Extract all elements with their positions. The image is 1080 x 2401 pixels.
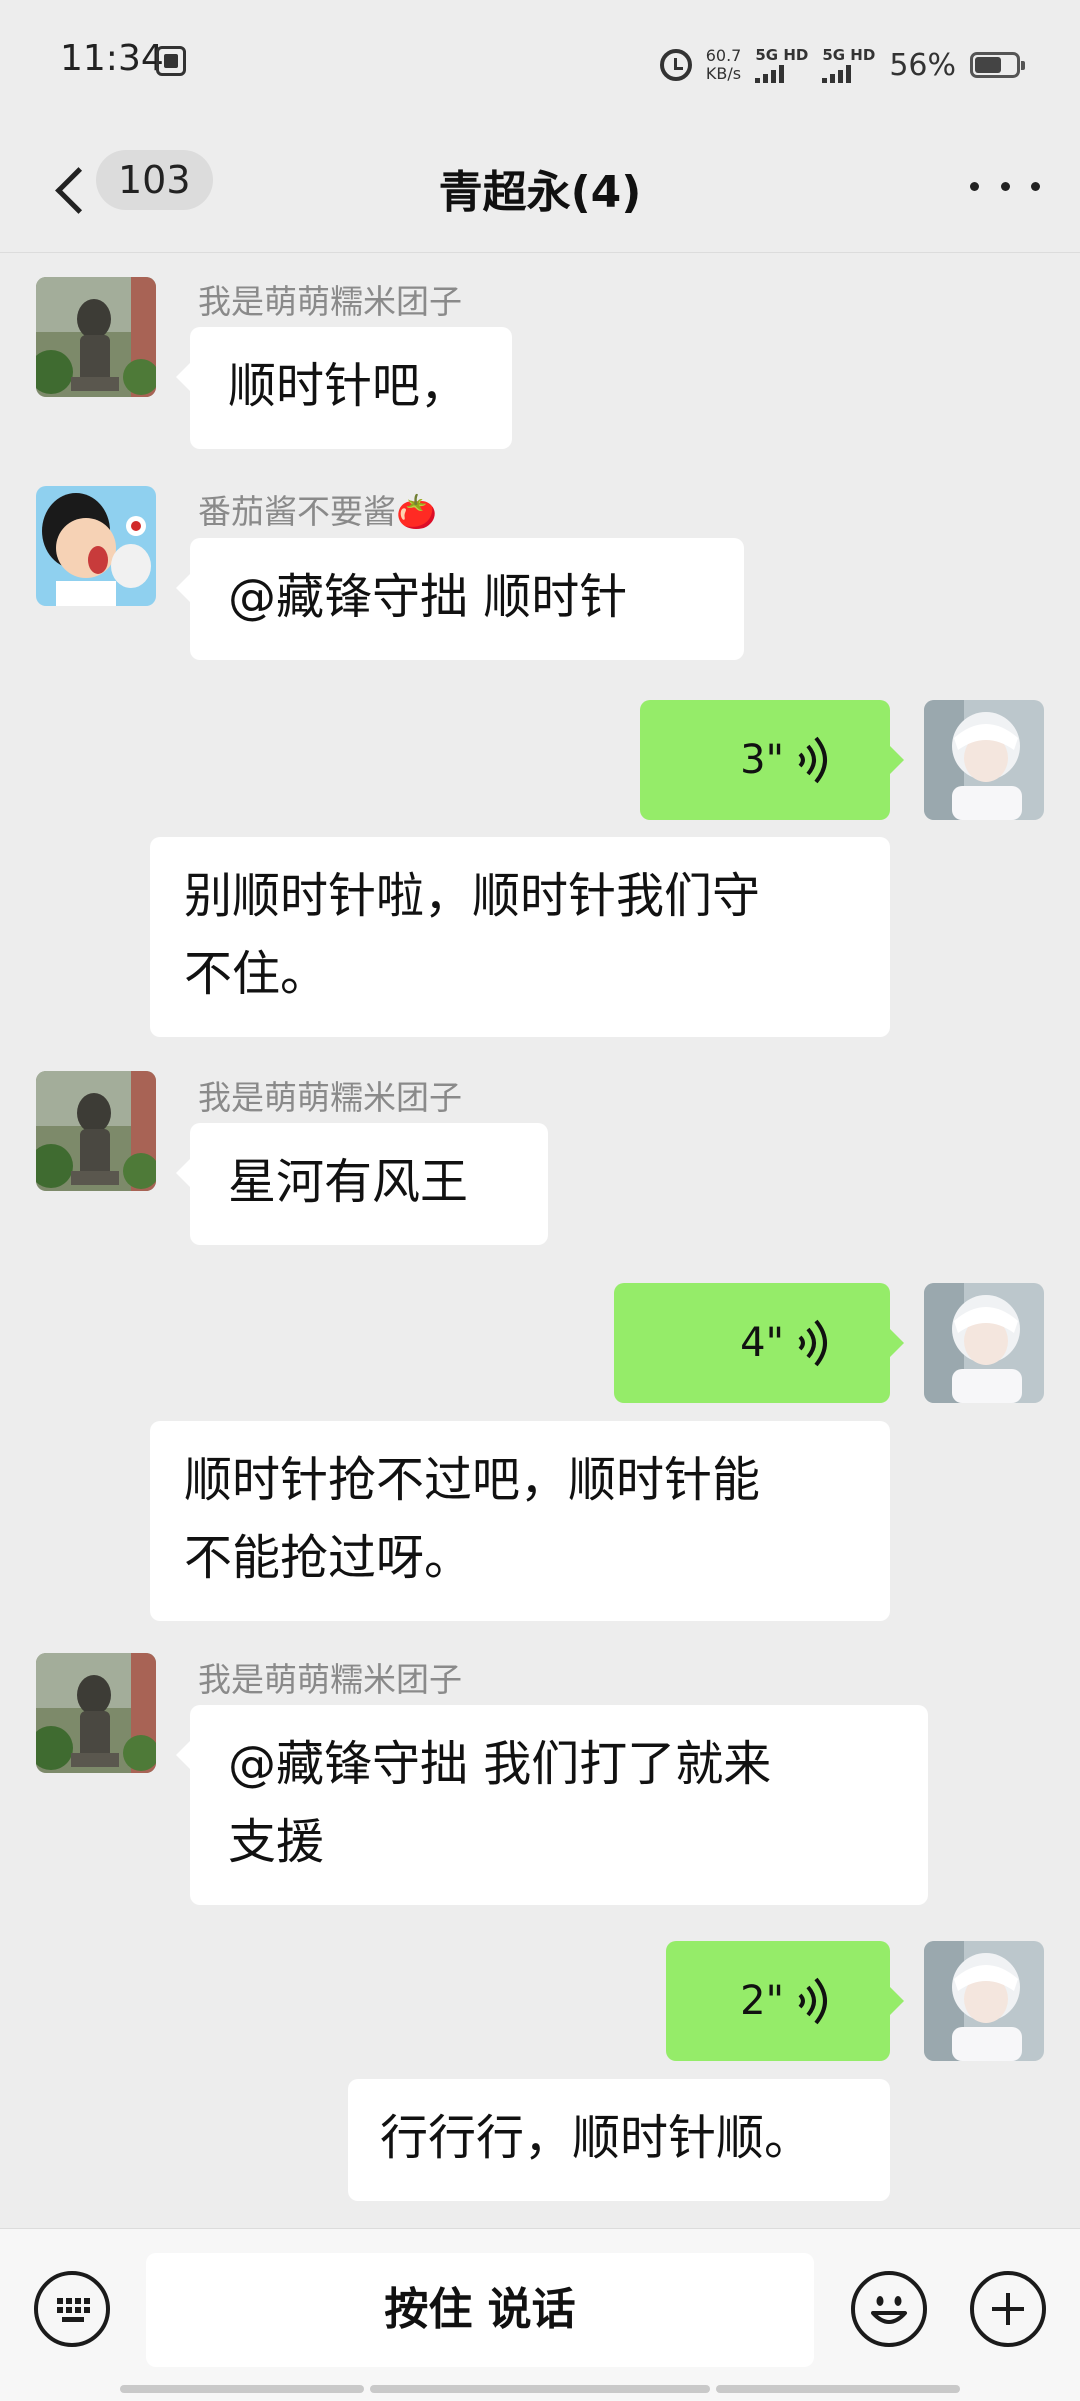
sender-name: 我是萌萌糯米团子: [198, 282, 462, 321]
signal-bars-icon: [822, 65, 852, 83]
message-bubble[interactable]: @藏锋守拙 我们打了就来 支援: [176, 1705, 928, 1905]
message-text: 支援: [228, 1814, 325, 1870]
signal-sim2: 5G HD: [822, 47, 875, 83]
battery-percent: 56%: [889, 47, 956, 83]
message-text: @藏锋守拙 我们打了就来: [228, 1736, 772, 1792]
sender-name: 我是萌萌糯米团子: [198, 1660, 462, 1699]
message-list[interactable]: 我是萌萌糯米团子 顺时针吧， 番茄酱不要酱🍅 @藏锋守拙 顺时针 3" 别顺时针…: [0, 253, 1080, 2228]
message-bubble[interactable]: 顺时针吧，: [176, 327, 512, 449]
voice-wave-icon: [798, 1319, 827, 1367]
transcription-line: 不能抢过呀。: [184, 1530, 473, 1586]
voice-transcription-bubble[interactable]: 别顺时针啦，顺时针我们守 不住。: [150, 837, 890, 1037]
keyboard-toggle-button[interactable]: [34, 2271, 110, 2347]
self-avatar[interactable]: [924, 1941, 1044, 2061]
network-speed-value: 60.7: [705, 46, 742, 65]
voice-transcription-bubble[interactable]: 行行行，顺时针顺。: [348, 2079, 890, 2201]
voice-message-bubble[interactable]: 2": [666, 1941, 904, 2061]
voice-message-bubble[interactable]: 4": [614, 1283, 904, 1403]
chat-header: 103 青超永(4): [0, 126, 1080, 253]
gesture-bar: [370, 2385, 710, 2393]
self-avatar[interactable]: [924, 700, 1044, 820]
avatar[interactable]: [36, 1071, 156, 1191]
transcription-line: 别顺时针啦，顺时针我们守: [184, 868, 761, 924]
voice-wave-icon: [798, 736, 827, 784]
hold-to-talk-button[interactable]: 按住 说话: [146, 2253, 814, 2367]
emoji-icon: [871, 2296, 907, 2324]
message-text: 星河有风王: [228, 1154, 469, 1210]
gesture-bar: [120, 2385, 364, 2393]
gesture-bar: [716, 2385, 960, 2393]
avatar[interactable]: [36, 486, 156, 606]
message-text: 顺时针吧，: [228, 358, 469, 414]
sender-name: 我是萌萌糯米团子: [198, 1078, 462, 1117]
status-indicators: 60.7 KB/s 5G HD 5G HD 56%: [659, 40, 1025, 90]
message-text: @藏锋守拙 顺时针: [228, 569, 628, 625]
voice-duration: 4": [740, 1320, 784, 1366]
signal-sim1: 5G HD: [755, 47, 808, 83]
transcription-line: 顺时针抢不过吧，顺时针能: [184, 1452, 761, 1508]
plus-icon: [992, 2293, 1024, 2325]
keyboard-icon: [57, 2298, 90, 2322]
sender-name: 番茄酱不要酱🍅: [198, 492, 438, 531]
unread-count-badge[interactable]: 103: [96, 150, 213, 210]
avatar[interactable]: [36, 1653, 156, 1773]
message-bubble[interactable]: 星河有风王: [176, 1123, 548, 1245]
status-time: 11:34: [60, 38, 164, 79]
more-functions-button[interactable]: [970, 2271, 1046, 2347]
battery-icon: [970, 52, 1025, 78]
voice-duration: 2": [740, 1978, 784, 2024]
network-speed-unit: KB/s: [705, 64, 742, 83]
voice-message-bubble[interactable]: 3": [640, 700, 904, 820]
network-speed: 60.7 KB/s: [706, 47, 742, 83]
transcription-line: 行行行，顺时针顺。: [380, 2110, 813, 2166]
sim-card-icon: [156, 46, 186, 76]
signal-sim2-label: 5G HD: [822, 46, 876, 64]
avatar[interactable]: [36, 277, 156, 397]
status-bar: 11:34 60.7 KB/s 5G HD 5G HD 56%: [0, 0, 1080, 126]
self-avatar[interactable]: [924, 1283, 1044, 1403]
emoji-button[interactable]: [851, 2271, 927, 2347]
signal-bars-icon: [755, 65, 785, 83]
signal-sim1-label: 5G HD: [755, 46, 809, 64]
alarm-icon: [659, 49, 692, 81]
message-bubble[interactable]: @藏锋守拙 顺时针: [176, 538, 744, 660]
voice-duration: 3": [740, 737, 784, 783]
input-bar: 按住 说话: [0, 2228, 1080, 2401]
transcription-line: 不住。: [184, 946, 329, 1002]
voice-wave-icon: [798, 1977, 827, 2025]
voice-transcription-bubble[interactable]: 顺时针抢不过吧，顺时针能 不能抢过呀。: [150, 1421, 890, 1621]
more-options-icon[interactable]: [970, 166, 1040, 206]
